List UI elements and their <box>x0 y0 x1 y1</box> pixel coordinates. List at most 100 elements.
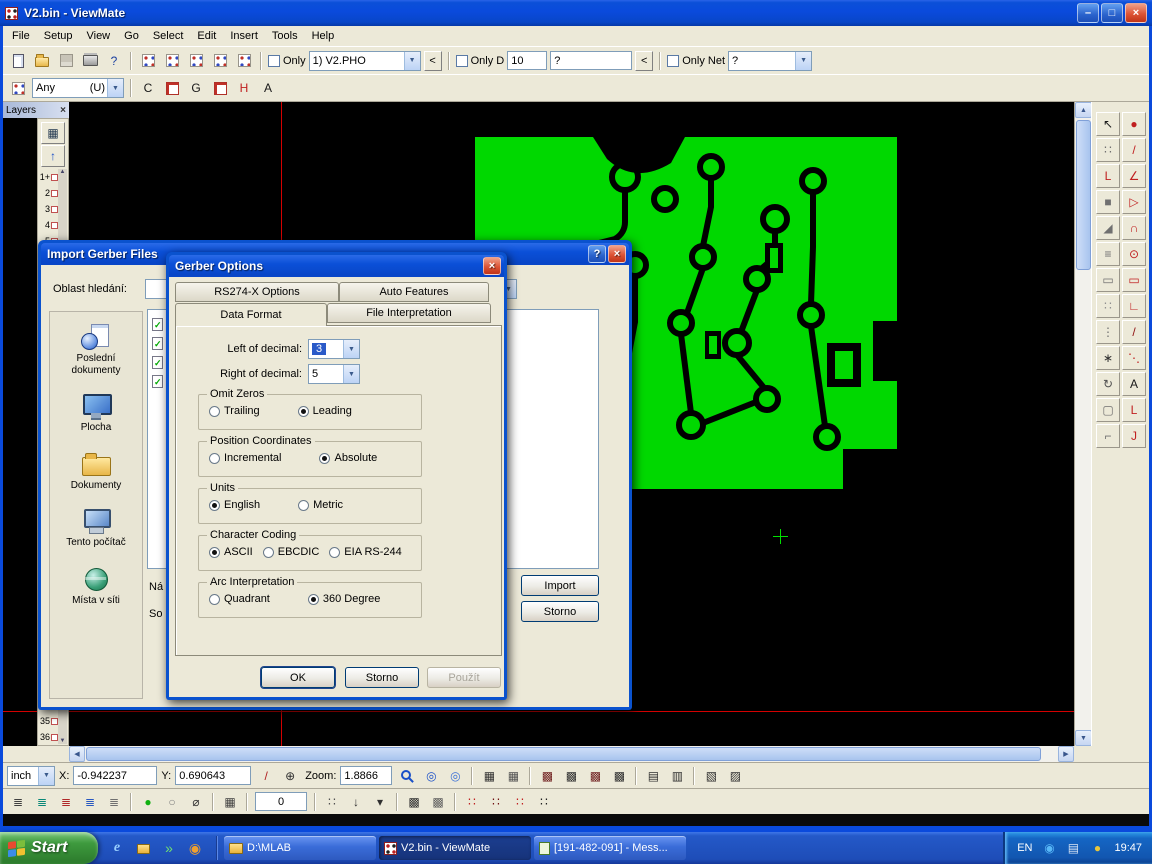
select-mode-combo[interactable]: Any(U)▼ <box>32 78 124 98</box>
horizontal-scroll-thumb[interactable] <box>86 747 1041 761</box>
scroll-down-icon[interactable]: ▼ <box>60 738 66 744</box>
view-preset-3-icon[interactable]: ≣ <box>55 791 77 813</box>
elbow-tool-icon[interactable]: L <box>1096 164 1120 188</box>
grid-points-icon[interactable]: ∷ <box>1096 138 1120 162</box>
import-button[interactable]: Import <box>521 575 599 596</box>
internet-explorer-icon[interactable]: e <box>106 837 128 859</box>
layer-visibility-box[interactable] <box>51 718 58 725</box>
radio-english[interactable]: English <box>209 499 260 511</box>
chevron-down-icon[interactable]: ▼ <box>107 79 123 97</box>
menu-tools[interactable]: Tools <box>265 28 305 44</box>
filled-rect-tool-icon[interactable]: ■ <box>1096 190 1120 214</box>
prev-layer-button[interactable]: < <box>424 51 442 71</box>
cancel-button[interactable]: Storno <box>521 601 599 622</box>
task-button-d-mlab[interactable]: D:\MLAB <box>224 836 376 860</box>
place-tento-po-ta[interactable]: Tento počítač <box>51 508 141 549</box>
circle-tool-icon[interactable]: ⊙ <box>1122 242 1146 266</box>
layer-row-3[interactable]: 3 <box>39 201 59 217</box>
composite-view-icon[interactable]: ▥ <box>666 765 688 787</box>
vertical-scroll-thumb[interactable] <box>1076 120 1091 270</box>
select-tool-icon[interactable]: ↖ <box>1096 112 1120 136</box>
place-m-sta-v-s-ti[interactable]: Místa v síti <box>51 566 141 607</box>
new-file-icon[interactable] <box>7 50 29 72</box>
menu-help[interactable]: Help <box>305 28 342 44</box>
radio-360-degree[interactable]: 360 Degree <box>308 593 381 605</box>
tab-auto-features[interactable]: Auto Features <box>339 282 489 302</box>
radio-eia-rs-244[interactable]: EIA RS-244 <box>329 546 401 558</box>
radio-trailing[interactable]: Trailing <box>209 405 260 417</box>
frame-tool-icon[interactable]: ▭ <box>1096 268 1120 292</box>
left-decimal-combo[interactable]: 3▼ <box>308 339 360 359</box>
place-plocha[interactable]: Plocha <box>51 393 141 434</box>
layer-visibility-box[interactable] <box>51 222 58 229</box>
dots-tool-icon[interactable]: ∷ <box>1096 294 1120 318</box>
grid-display-icon[interactable]: ▦ <box>478 765 500 787</box>
language-indicator[interactable]: EN <box>1017 842 1032 854</box>
net-combo[interactable]: ?▼ <box>728 51 812 71</box>
hatch-tool-icon[interactable]: ≡ <box>1096 242 1120 266</box>
origin-icon[interactable]: ⊕ <box>279 765 301 787</box>
snap-grid-icon[interactable]: ▦ <box>502 765 524 787</box>
only-layer-checkbox-box[interactable] <box>268 55 280 67</box>
close-button[interactable]: × <box>1125 3 1147 23</box>
maximize-button[interactable]: □ <box>1101 3 1123 23</box>
text-tool-icon[interactable]: A <box>1122 372 1146 396</box>
dcode-list-icon[interactable] <box>161 50 183 72</box>
view-preset-4-icon[interactable]: ≣ <box>79 791 101 813</box>
radio-leading[interactable]: Leading <box>298 405 352 417</box>
hook-tool-icon[interactable]: J <box>1122 424 1146 448</box>
dcode-black-icon[interactable]: ∷ <box>533 791 555 813</box>
cancel-button[interactable]: Storno <box>345 667 419 688</box>
title-bar[interactable]: V2.bin - ViewMate –□× <box>0 0 1152 26</box>
units-combo[interactable]: inch▼ <box>7 766 55 786</box>
keyboard-tray-icon[interactable]: ▤ <box>1062 837 1084 859</box>
open-file-icon[interactable] <box>31 50 53 72</box>
file-icon[interactable] <box>152 337 163 350</box>
task-button-191-482-091-mess[interactable]: [191-482-091] - Mess... <box>534 836 686 860</box>
clock[interactable]: 19:47 <box>1114 842 1142 854</box>
select-flashes-icon[interactable] <box>161 77 183 99</box>
scroll-up-icon[interactable]: ▲ <box>60 169 66 175</box>
grid-setup-icon[interactable]: ▦ <box>219 791 241 813</box>
only-dcode-checkbox-box[interactable] <box>456 55 468 67</box>
clear-selection-icon[interactable]: C <box>137 77 159 99</box>
polyline-tool-icon[interactable]: ∠ <box>1122 164 1146 188</box>
outline-tool-icon[interactable]: ▢ <box>1096 398 1120 422</box>
scroll-left-icon[interactable]: ◀ <box>69 746 85 762</box>
browser-icon[interactable]: ◉ <box>184 837 206 859</box>
menu-view[interactable]: View <box>79 28 117 44</box>
only-net-checkbox[interactable]: Only Net <box>667 55 725 67</box>
wedge-tool-icon[interactable]: ◢ <box>1096 216 1120 240</box>
layer-row-2[interactable]: 2 <box>39 185 59 201</box>
chevron-down-icon[interactable]: ▼ <box>404 52 420 70</box>
layer-grid-icon[interactable]: ▦ <box>41 122 65 144</box>
menu-select[interactable]: Select <box>146 28 191 44</box>
layer-table-icon[interactable] <box>209 50 231 72</box>
radio-metric[interactable]: Metric <box>298 499 343 511</box>
aperture-table-icon[interactable] <box>137 50 159 72</box>
dcode-input[interactable]: 10 <box>507 51 547 70</box>
checker-light-icon[interactable]: ▩ <box>427 791 449 813</box>
file-explorer-icon[interactable] <box>132 837 154 859</box>
flashes-filter-icon[interactable]: ▩ <box>584 765 606 787</box>
tab-file-interpretation[interactable]: File Interpretation <box>327 303 491 323</box>
board-frame-icon[interactable]: ▨ <box>724 765 746 787</box>
chevron-down-icon[interactable]: ▼ <box>343 365 359 383</box>
corner-mark-tool-icon[interactable]: ⌐ <box>1096 424 1120 448</box>
only-layer-checkbox[interactable]: Only <box>268 55 306 67</box>
close-icon[interactable]: × <box>60 105 66 116</box>
file-icon[interactable] <box>152 356 163 369</box>
traces-filter-icon[interactable]: ▩ <box>560 765 582 787</box>
report-icon[interactable] <box>233 50 255 72</box>
layer-visibility-box[interactable] <box>51 734 58 741</box>
view-preset-2-icon[interactable]: ≣ <box>31 791 53 813</box>
layer-row-1[interactable]: 1+ <box>39 169 59 185</box>
dot-grid-icon[interactable]: ∷ <box>321 791 343 813</box>
menu-file[interactable]: File <box>5 28 37 44</box>
dcode-red-icon[interactable]: ∷ <box>461 791 483 813</box>
gear-tool-icon[interactable]: ∗ <box>1096 346 1120 370</box>
column-tool-icon[interactable]: ⋮ <box>1096 320 1120 344</box>
antivirus-tray-icon[interactable]: ● <box>1086 837 1108 859</box>
help-icon[interactable]: ? <box>588 245 606 263</box>
file-icon[interactable] <box>152 375 163 388</box>
